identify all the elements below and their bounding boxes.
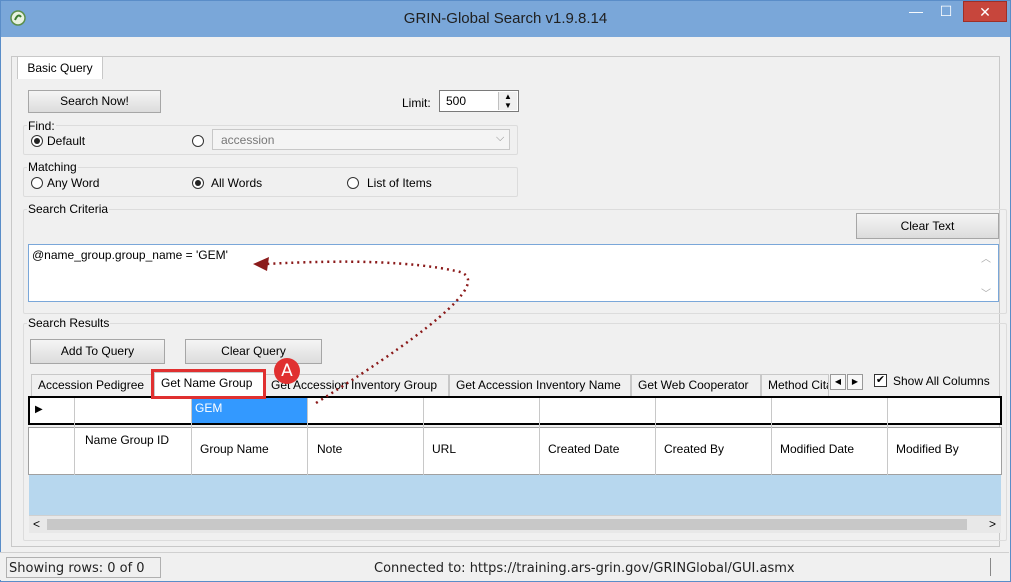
spin-buttons[interactable]: ▲ ▼ <box>498 92 517 110</box>
search-now-button[interactable]: Search Now! <box>28 90 161 113</box>
limit-label: Limit: <box>402 96 431 110</box>
query-text: @name_group.group_name = 'GEM' <box>32 248 228 262</box>
table-radio[interactable] <box>192 135 204 147</box>
grid-body <box>29 475 1001 515</box>
column-header-modified-date[interactable]: Modified Date <box>780 442 854 456</box>
table-dropdown[interactable]: accession ⌵ <box>212 129 510 150</box>
add-to-query-button[interactable]: Add To Query <box>30 339 165 364</box>
column-header-created-by[interactable]: Created By <box>664 442 724 456</box>
tab-method-citation[interactable]: Method Cita <box>761 374 829 396</box>
resize-grip-icon[interactable] <box>990 558 991 576</box>
row-pointer-icon: ▶ <box>35 404 43 415</box>
all-words-radio[interactable] <box>192 177 204 189</box>
search-criteria-label: Search Criteria <box>27 202 110 216</box>
tab-scroll-right-icon[interactable]: ▶ <box>847 374 863 390</box>
title-bar: GRIN-Global Search v1.9.8.14 — ☐ ✕ <box>1 1 1010 37</box>
query-textarea[interactable]: @name_group.group_name = 'GEM' ︿ ﹀ <box>28 244 999 302</box>
table-dropdown-value: accession <box>221 133 275 147</box>
list-of-items-label: List of Items <box>367 176 432 190</box>
column-header-url[interactable]: URL <box>432 442 456 456</box>
window-title: GRIN-Global Search v1.9.8.14 <box>403 10 608 27</box>
tab-accession-pedigree[interactable]: Accession Pedigree <box>31 374 153 396</box>
any-word-radio[interactable] <box>31 177 43 189</box>
all-words-label: All Words <box>211 176 263 190</box>
column-header-note[interactable]: Note <box>317 442 342 456</box>
scroll-down-icon[interactable]: ﹀ <box>981 285 991 300</box>
find-label: Find: <box>27 119 56 133</box>
default-radio[interactable] <box>31 135 43 147</box>
matching-label: Matching <box>27 160 78 174</box>
list-of-items-radio[interactable] <box>347 177 359 189</box>
limit-value: 500 <box>446 94 467 108</box>
close-icon: ✕ <box>979 4 991 20</box>
filter-cell-value: GEM <box>195 401 223 415</box>
scroll-right-icon[interactable]: > <box>989 517 996 531</box>
status-rows: Showing rows: 0 of 0 <box>9 561 145 576</box>
filter-row <box>28 396 1002 425</box>
scroll-up-icon[interactable]: ︿ <box>981 250 991 265</box>
show-all-columns-label: Show All Columns <box>893 374 990 388</box>
tab-basic-query[interactable]: Basic Query <box>17 56 103 79</box>
maximize-button[interactable]: ☐ <box>933 1 959 22</box>
column-header-created-date[interactable]: Created Date <box>548 442 619 456</box>
limit-stepper[interactable]: 500 ▲ ▼ <box>439 90 519 112</box>
minimize-button[interactable]: — <box>903 1 929 22</box>
chevron-down-icon: ⌵ <box>496 132 505 144</box>
close-button[interactable]: ✕ <box>963 1 1007 22</box>
search-results-label: Search Results <box>27 316 111 330</box>
maximize-icon: ☐ <box>939 3 953 19</box>
tab-scroll-left-icon[interactable]: ◀ <box>830 374 846 390</box>
tab-get-web-cooperator[interactable]: Get Web Cooperator <box>631 374 761 396</box>
show-all-columns-checkbox[interactable]: ✔ <box>874 374 887 387</box>
status-connection: Connected to: https://training.ars-grin.… <box>374 561 795 576</box>
column-header-group-name[interactable]: Group Name <box>200 442 269 456</box>
status-bar: Showing rows: 0 of 0 Connected to: https… <box>0 552 1009 580</box>
default-label: Default <box>47 134 86 148</box>
app-window: GRIN-Global Search v1.9.8.14 — ☐ ✕ Basic… <box>0 0 1011 582</box>
scroll-left-icon[interactable]: < <box>33 517 40 531</box>
any-word-label: Any Word <box>47 176 100 190</box>
horizontal-scrollbar[interactable]: < > <box>29 515 1001 533</box>
column-header-modified-by[interactable]: Modified By <box>896 442 959 456</box>
scroll-thumb[interactable] <box>47 519 967 530</box>
minimize-icon: — <box>909 3 923 19</box>
column-header-name-group-id[interactable]: Name Group ID <box>85 433 185 447</box>
clear-text-button[interactable]: Clear Text <box>856 213 999 239</box>
annotation-arrow <box>253 257 470 405</box>
